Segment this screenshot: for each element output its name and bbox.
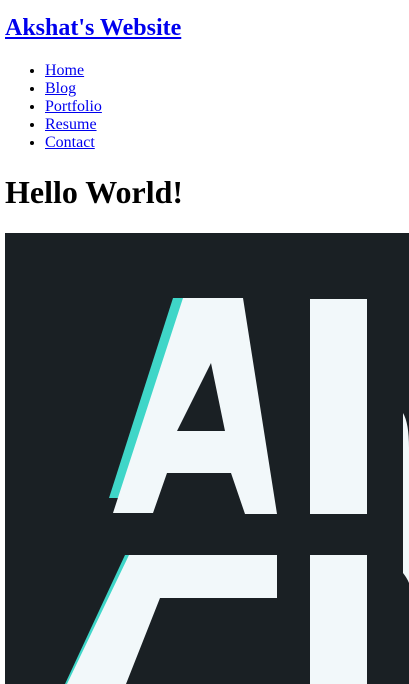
logo-letter-i-lower — [310, 555, 367, 684]
site-title: Akshat's Website — [5, 12, 181, 44]
nav-item-portfolio: Portfolio — [45, 98, 102, 116]
site-title-link[interactable]: Akshat's Website — [5, 15, 181, 41]
nav-item-blog: Blog — [45, 80, 102, 98]
logo-image — [5, 233, 409, 684]
page-heading: Hello World! — [5, 174, 184, 210]
nav-link-contact[interactable]: Contact — [45, 134, 95, 151]
nav-link-portfolio[interactable]: Portfolio — [45, 98, 102, 115]
logo-graphic — [5, 233, 409, 684]
nav-item-home: Home — [45, 62, 102, 80]
nav-link-resume[interactable]: Resume — [45, 116, 97, 133]
main-nav: Home Blog Portfolio Resume Contact — [5, 62, 102, 152]
nav-item-contact: Contact — [45, 134, 102, 152]
nav-item-resume: Resume — [45, 116, 102, 134]
logo-edge-sliver — [403, 413, 409, 583]
logo-letter-i-upper — [310, 299, 367, 514]
nav-link-blog[interactable]: Blog — [45, 80, 76, 97]
nav-link-home[interactable]: Home — [45, 62, 84, 79]
